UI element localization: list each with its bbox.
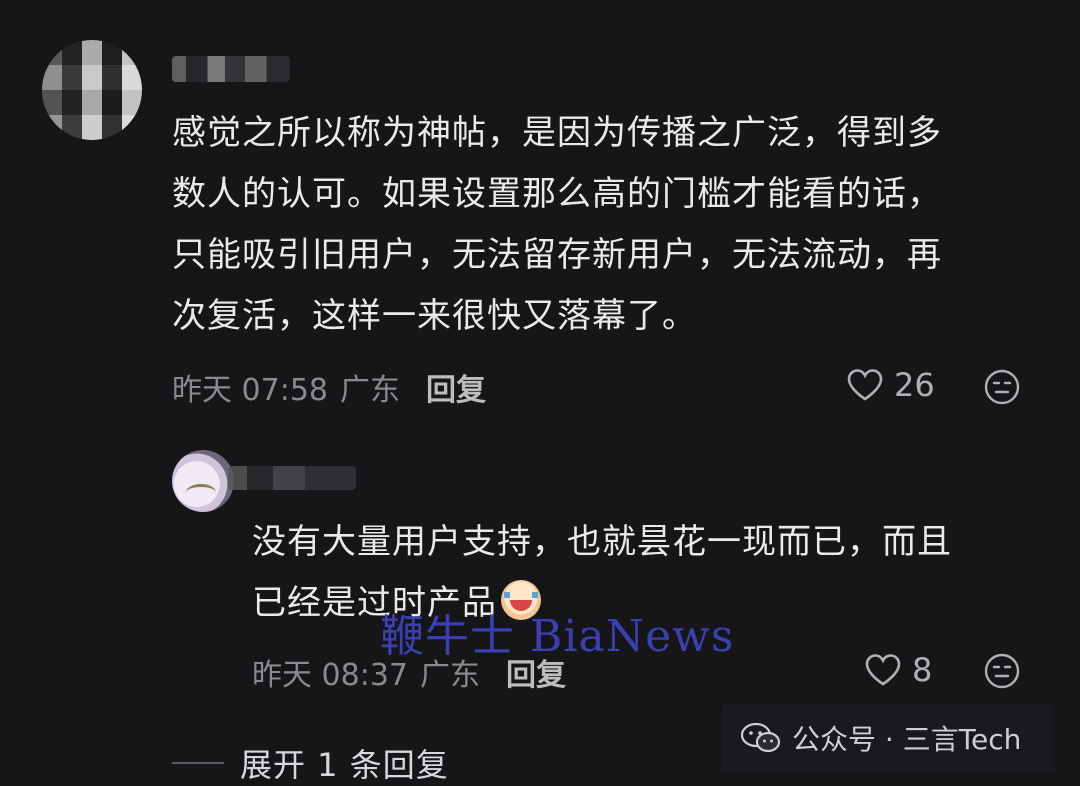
account-name: 公众号 · 三言Tech	[792, 723, 1022, 756]
reply-meta: 昨天 08:37 广东 回复	[252, 650, 566, 694]
reply-button[interactable]: 回复	[506, 650, 566, 694]
like-button[interactable]: 8	[864, 651, 932, 689]
comment-meta: 昨天 07:58 广东 回复	[172, 365, 486, 409]
heart-outline-icon	[865, 654, 901, 686]
reply-location: 广东	[420, 658, 480, 693]
comment-location: 广东	[340, 373, 400, 408]
like-count: 26	[894, 366, 935, 404]
expand-divider	[172, 762, 224, 764]
expand-label: 展开 1 条回复	[240, 746, 449, 784]
comment-face-icon[interactable]	[984, 653, 1020, 689]
commenter-avatar-blurred[interactable]	[42, 40, 142, 140]
comment-text: 感觉之所以称为神帖，是因为传播之广泛，得到多 数人的认可。如果设置那么高的门槛才…	[172, 113, 942, 336]
like-button[interactable]: 26	[846, 366, 935, 404]
wechat-icon	[740, 722, 781, 753]
account-badge: 公众号 · 三言Tech	[722, 705, 1052, 771]
expand-replies-button[interactable]: 展开 1 条回复	[172, 740, 449, 786]
reply-time: 昨天 08:37	[252, 658, 408, 693]
like-count: 8	[912, 651, 933, 689]
reply-button[interactable]: 回复	[426, 365, 486, 409]
commenter-name-blurred[interactable]	[172, 56, 290, 82]
reply-name-blurred[interactable]	[228, 466, 356, 490]
heart-outline-icon	[847, 369, 883, 401]
comment-time: 昨天 07:58	[172, 373, 328, 408]
reply-avatar-blurred[interactable]	[172, 450, 234, 512]
comment-face-icon[interactable]	[984, 369, 1020, 405]
